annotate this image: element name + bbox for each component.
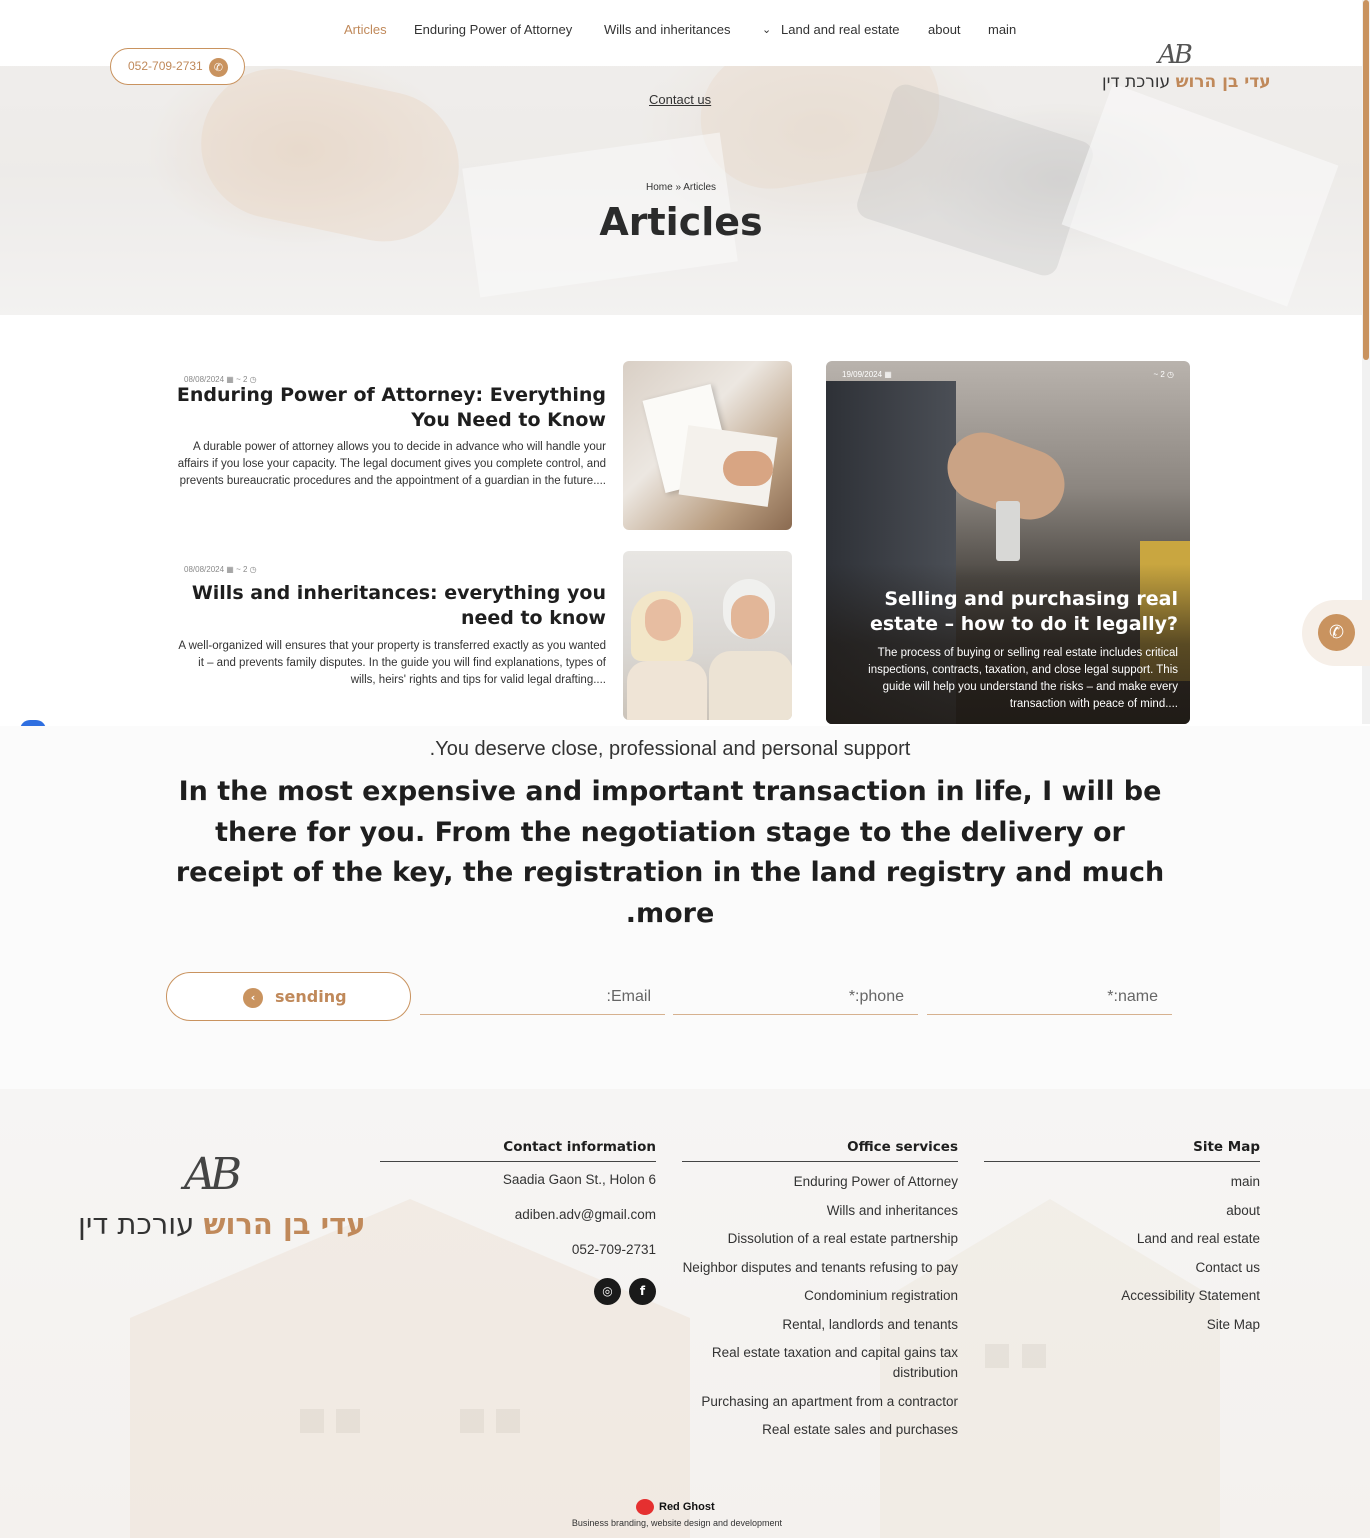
- logo-monogram: AB: [184, 1149, 242, 1200]
- red-ghost-logo-icon: [636, 1499, 654, 1515]
- clock-icon: ◷: [1167, 370, 1174, 379]
- logo-monogram: AB: [1158, 40, 1193, 70]
- footer-phone[interactable]: 052-709-2731: [380, 1238, 656, 1267]
- footer-sitemap-link[interactable]: Contact us: [984, 1256, 1260, 1285]
- nav-item-contact-us[interactable]: Contact us: [649, 92, 711, 107]
- logo-title: עורכת דין: [1102, 72, 1171, 92]
- article-excerpt: A well-organized will ensures that your …: [178, 640, 606, 686]
- footer-service-link[interactable]: Real estate sales and purchases: [682, 1418, 958, 1447]
- chevron-down-icon[interactable]: ⌄: [762, 23, 771, 36]
- instagram-icon[interactable]: ◎: [594, 1278, 621, 1305]
- article-meta: 19/09/2024 ▦: [842, 370, 892, 379]
- contact-cta-section: You deserve close, professional and pers…: [0, 726, 1370, 1089]
- send-button[interactable]: ‹ sending: [166, 972, 411, 1021]
- footer-sitemap-link[interactable]: Land and real estate: [984, 1227, 1260, 1256]
- footer-sitemap-link[interactable]: Site Map: [984, 1313, 1260, 1342]
- article-card[interactable]: 08/08/2024 ▦ ~ 2 ◷ Wills and inheritance…: [170, 551, 792, 721]
- breadcrumb[interactable]: Home » Articles: [0, 182, 1362, 193]
- cta-subtitle: You deserve close, professional and pers…: [429, 738, 911, 760]
- footer-service-link[interactable]: Purchasing an apartment from a contracto…: [682, 1390, 958, 1419]
- footer-email[interactable]: adiben.adv@gmail.com: [380, 1203, 656, 1238]
- facebook-icon[interactable]: f: [629, 1278, 656, 1305]
- footer-sitemap-column: Site Map main about Land and real estate…: [984, 1139, 1260, 1341]
- article-read-time: ~ 2: [1153, 370, 1165, 379]
- footer-service-link[interactable]: Dissolution of a real estate partnership: [682, 1227, 958, 1256]
- page-title: Articles: [599, 200, 763, 244]
- article-date: 19/09/2024: [842, 370, 883, 379]
- article-meta: 08/08/2024 ▦ ~ 2 ◷: [184, 565, 257, 574]
- article-title[interactable]: Selling and purchasing real estate – how…: [838, 587, 1178, 637]
- article-excerpt: The process of buying or selling real es…: [868, 647, 1178, 710]
- header-phone-button[interactable]: 052-709-2731 ✆: [110, 48, 245, 85]
- chevron-left-icon: ‹: [243, 988, 263, 1008]
- article-image[interactable]: [623, 361, 792, 530]
- phone-icon: ✆: [209, 58, 228, 77]
- nav-item-articles[interactable]: Articles: [344, 22, 387, 37]
- nav-item-main[interactable]: main: [988, 22, 1016, 37]
- credit-name: Red Ghost: [659, 1501, 715, 1513]
- header-phone-number: 052-709-2731: [128, 59, 203, 73]
- nav-item-wills-and-inheritances[interactable]: Wills and inheritances: [604, 22, 730, 37]
- article-title[interactable]: Wills and inheritances: everything you n…: [176, 581, 606, 631]
- nav-item-enduring-power-of-attorney[interactable]: Enduring Power of Attorney: [414, 22, 572, 37]
- email-field[interactable]: [420, 980, 665, 1015]
- article-card[interactable]: 08/08/2024 ▦ ~ 2 ◷ Enduring Power of Att…: [170, 361, 792, 531]
- footer-service-link[interactable]: Rental, landlords and tenants: [682, 1313, 958, 1342]
- footer: AB עדי בן הרוש עורכת דין Contact informa…: [0, 1089, 1370, 1538]
- phone-field[interactable]: [673, 980, 918, 1015]
- footer-services-title: Office services: [682, 1139, 958, 1162]
- footer-services-column: Office services Enduring Power of Attorn…: [682, 1139, 958, 1447]
- article-date: 08/08/2024: [184, 565, 225, 574]
- footer-sitemap-title: Site Map: [984, 1139, 1260, 1162]
- logo-title: עורכת דין: [78, 1207, 195, 1241]
- article-meta: ~ 2 ◷: [1153, 370, 1174, 379]
- article-image[interactable]: [623, 551, 792, 720]
- nav-item-about[interactable]: about: [928, 22, 961, 37]
- phone-icon: ✆: [1318, 614, 1355, 651]
- article-excerpt: A durable power of attorney allows you t…: [177, 441, 606, 487]
- footer-contact-title: Contact information: [380, 1139, 656, 1162]
- developer-credit[interactable]: Red Ghost Business branding, website des…: [557, 1497, 797, 1537]
- logo-brand-name: עדי בן הרוש: [1175, 72, 1271, 92]
- send-button-label: sending: [275, 987, 347, 1006]
- logo-brand-name: עדי בן הרוש: [203, 1207, 366, 1241]
- footer-address: Saadia Gaon St., Holon 6: [502, 1172, 656, 1187]
- clock-icon: ◷: [249, 565, 257, 574]
- footer-service-link[interactable]: Neighbor disputes and tenants refusing t…: [682, 1256, 958, 1285]
- name-field[interactable]: [927, 980, 1172, 1015]
- footer-sitemap-link[interactable]: Accessibility Statement: [984, 1284, 1260, 1313]
- site-logo[interactable]: AB עדי בן הרוש עורכת דין: [1100, 40, 1271, 100]
- footer-service-link[interactable]: Enduring Power of Attorney: [682, 1170, 958, 1199]
- floating-call-button[interactable]: ✆: [1302, 600, 1370, 666]
- featured-article-card[interactable]: 19/09/2024 ▦ ~ 2 ◷ Selling and purchasin…: [826, 361, 1190, 724]
- footer-logo[interactable]: AB עדי בן הרוש עורכת דין: [78, 1149, 368, 1249]
- cta-headline: In the most expensive and important tran…: [175, 776, 1165, 929]
- footer-sitemap-link[interactable]: main: [984, 1170, 1260, 1199]
- scrollbar-thumb[interactable]: [1363, 0, 1369, 360]
- credit-tagline: Business branding, website design and de…: [571, 1518, 783, 1528]
- article-read-time: ~ 2: [236, 565, 248, 574]
- article-title[interactable]: Enduring Power of Attorney: Everything Y…: [176, 383, 606, 433]
- nav-item-land-and-real-estate[interactable]: Land and real estate: [781, 22, 900, 37]
- calendar-icon: ▦: [884, 370, 892, 379]
- calendar-icon: ▦: [226, 565, 237, 574]
- footer-service-link[interactable]: Condominium registration: [682, 1284, 958, 1313]
- footer-contact-column: Contact information Saadia Gaon St., Hol…: [380, 1139, 656, 1267]
- footer-service-link[interactable]: Real estate taxation and capital gains t…: [682, 1341, 958, 1390]
- footer-service-link[interactable]: Wills and inheritances: [682, 1199, 958, 1228]
- footer-sitemap-link[interactable]: about: [984, 1199, 1260, 1228]
